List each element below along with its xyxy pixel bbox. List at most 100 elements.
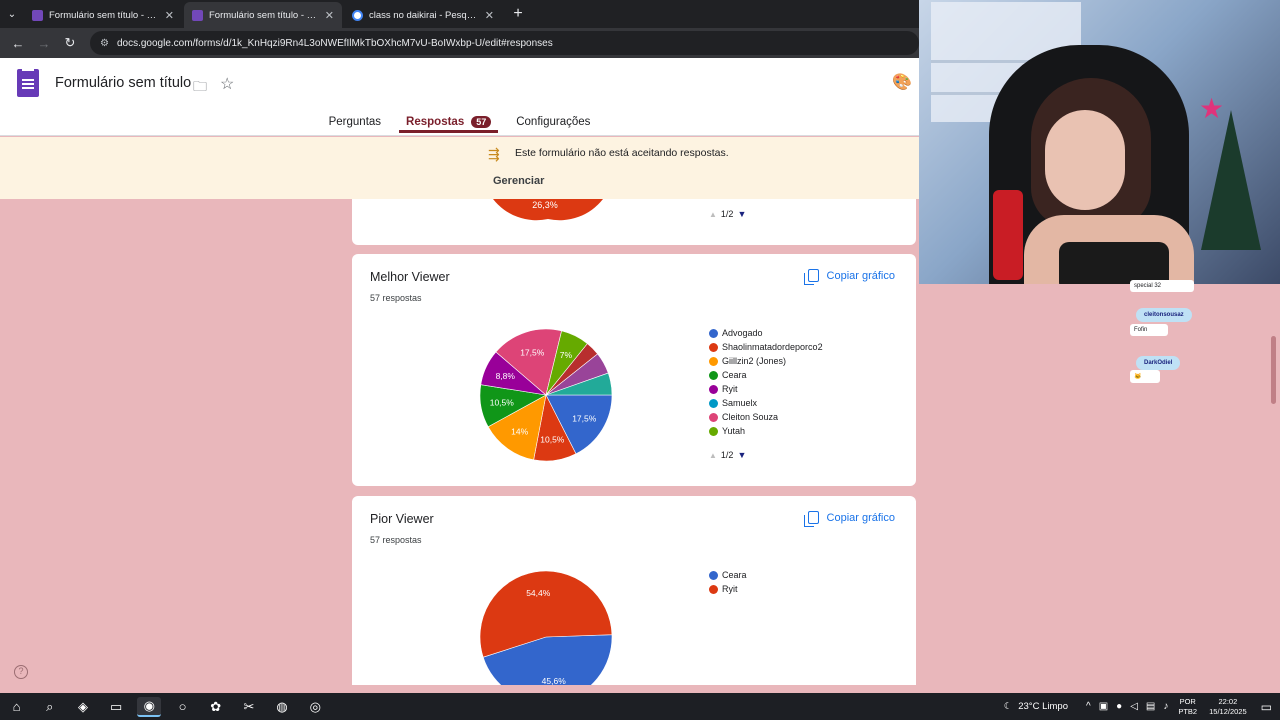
clock[interactable]: 22:02 15/12/2025: [1209, 697, 1247, 717]
legend-label: Ceara: [722, 570, 747, 580]
melhor-viewer-card: Melhor Viewer 57 respostas Copiar gráfic…: [352, 254, 916, 486]
slice-label: 14%: [511, 426, 528, 436]
webcam-overlay: ★: [919, 0, 1280, 284]
legend-swatch: [709, 370, 718, 380]
legend-label: Shaolinmatadordeporco2: [722, 342, 823, 352]
pior-viewer-card: Pior Viewer 57 respostas Copiar gráfico …: [352, 496, 916, 685]
app-icon[interactable]: ✿: [204, 697, 228, 717]
opera-icon[interactable]: ○: [171, 697, 195, 717]
windows-taskbar: ⌂ ⌕ ◈ ▭ ◉ ○ ✿ ✂ ◍ ◎ ☾ 23°C Limpo ^ ▣ ● ◁…: [0, 693, 1280, 720]
legend-item[interactable]: Ceara: [709, 368, 823, 382]
previous-question-card: 26,3% ▲ 1/2 ▼: [352, 199, 916, 245]
legend-item[interactable]: Cleiton Souza: [709, 410, 823, 424]
weather-text: 23°C Limpo: [1018, 701, 1068, 712]
clock-date: 15/12/2025: [1209, 706, 1247, 716]
legend-label: Ryit: [722, 584, 738, 594]
clock-time: 22:02: [1218, 696, 1238, 706]
system-tray: ☾ 23°C Limpo ^ ▣ ● ◁ ▤ ♪ POR PTB2 22:02 …: [1004, 693, 1280, 720]
notification-icon[interactable]: ▭: [1261, 700, 1272, 714]
legend-item[interactable]: Ryit: [709, 582, 747, 596]
legend-item[interactable]: Samuelx: [709, 396, 823, 410]
palette-icon[interactable]: 🎨: [892, 72, 912, 92]
speaker-icon[interactable]: ◁: [1130, 701, 1138, 712]
obs-icon[interactable]: ◎: [303, 697, 327, 717]
legend-item[interactable]: Shaolinmatadordeporco2: [709, 340, 823, 354]
tab-title: class no daikirai - Pesquisa Goo: [369, 9, 479, 21]
network-icon[interactable]: ▣: [1099, 701, 1108, 712]
legend-swatch: [709, 398, 718, 408]
language-code: POR: [1179, 696, 1196, 706]
copy-chart-button[interactable]: Copiar gráfico: [803, 269, 895, 285]
file-explorer-icon[interactable]: ▭: [104, 697, 128, 717]
page-scrollbar[interactable]: [1271, 336, 1276, 404]
legend-item[interactable]: Advogado: [709, 326, 823, 340]
copy-chart-button[interactable]: Copiar gráfico: [803, 511, 895, 527]
search-icon[interactable]: ⌕: [38, 697, 62, 717]
slice-label: 17,5%: [520, 347, 545, 357]
browser-tab-bar: ⌄ Formulário sem título - Google ✕ Formu…: [0, 0, 919, 28]
mic-icon[interactable]: ●: [1116, 701, 1122, 712]
slice-label: 10,5%: [540, 434, 565, 444]
capcut-icon[interactable]: ✂: [237, 697, 261, 717]
pior-viewer-pie-chart: 45,6% 54,4%: [479, 570, 613, 685]
forms-icon: [32, 9, 43, 21]
reload-button[interactable]: ↻: [58, 31, 82, 55]
chat-message: Fofin: [1130, 324, 1168, 336]
legend-swatch: [709, 570, 718, 580]
pager-down-icon[interactable]: ▼: [737, 450, 746, 460]
wifi-icon[interactable]: ▤: [1146, 701, 1155, 712]
url-bar[interactable]: ⚙ docs.google.com/forms/d/1k_KnHqzi9Rn4L…: [90, 31, 919, 55]
tab-responses[interactable]: Respostas 57: [399, 113, 499, 133]
legend-item[interactable]: Giillzin2 (Jones): [709, 354, 823, 368]
close-icon[interactable]: ✕: [325, 9, 334, 22]
legend-label: Cleiton Souza: [722, 412, 779, 422]
language-indicator[interactable]: POR PTB2: [1178, 697, 1197, 717]
forms-logo-icon[interactable]: [17, 69, 39, 97]
volume-icon[interactable]: ♪: [1163, 701, 1168, 712]
copy-chart-label: Copiar gráfico: [826, 269, 895, 282]
legend-swatch: [709, 412, 718, 422]
browser-tab-2[interactable]: Formulário sem título - Google ✕: [184, 2, 342, 28]
weather-widget[interactable]: ☾ 23°C Limpo: [1004, 701, 1068, 712]
site-info-icon[interactable]: ⚙: [100, 38, 109, 49]
pior-viewer-legend: Ceara Ryit: [709, 568, 747, 596]
browser-tab-3[interactable]: class no daikirai - Pesquisa Goo ✕: [344, 2, 502, 28]
help-icon[interactable]: ?: [14, 665, 28, 679]
folder-icon[interactable]: 🗀: [193, 76, 207, 100]
start-icon[interactable]: ⌂: [5, 697, 29, 717]
chrome-icon[interactable]: ◉: [137, 696, 162, 717]
new-tab-button[interactable]: +: [504, 2, 532, 28]
legend-item[interactable]: Ryit: [709, 382, 823, 396]
pager-down-icon[interactable]: ▼: [737, 209, 746, 219]
responses-count-badge: 57: [471, 116, 492, 128]
tab-settings[interactable]: Configurações: [516, 113, 590, 133]
close-icon[interactable]: ✕: [485, 9, 494, 22]
close-icon[interactable]: ✕: [165, 9, 174, 22]
tab-title: Formulário sem título - Google: [49, 9, 159, 21]
chevron-up-icon[interactable]: ^: [1086, 701, 1091, 712]
forward-button[interactable]: →: [32, 31, 56, 55]
tab-questions[interactable]: Perguntas: [329, 113, 381, 133]
discord-icon[interactable]: ◍: [270, 697, 294, 717]
legend-label: Yutah: [722, 426, 746, 436]
pager-up-icon[interactable]: ▲: [709, 451, 717, 460]
url-text: docs.google.com/forms/d/1k_KnHqzi9Rn4L3o…: [116, 37, 553, 49]
pager-up-icon[interactable]: ▲: [709, 210, 717, 219]
back-button[interactable]: ←: [6, 31, 30, 55]
response-count: 57 respostas: [370, 535, 422, 545]
legend-item[interactable]: Yutah: [709, 424, 823, 438]
slice-label: 54,4%: [526, 588, 551, 598]
star-icon[interactable]: ☆: [220, 74, 234, 94]
copy-chart-label: Copiar gráfico: [826, 511, 895, 524]
melhor-viewer-legend: Advogado Shaolinmatadordeporco2 Giillzin2 …: [709, 326, 823, 438]
google-icon: [352, 9, 363, 21]
slice-label: 8,8%: [496, 371, 516, 381]
browser-tab-1[interactable]: Formulário sem título - Google ✕: [24, 2, 182, 28]
legend-label: Advogado: [722, 328, 763, 338]
legend-item[interactable]: Ceara: [709, 568, 747, 582]
manage-button[interactable]: Gerenciar: [493, 175, 544, 187]
melhor-viewer-pie-chart: 17,5% 10,5% 14% 10,5% 8,8% 17,5% 7%: [479, 328, 613, 462]
copilot-icon[interactable]: ◈: [71, 697, 95, 717]
form-title[interactable]: Formulário sem título: [55, 75, 191, 91]
tab-search-icon[interactable]: ⌄: [0, 0, 24, 28]
